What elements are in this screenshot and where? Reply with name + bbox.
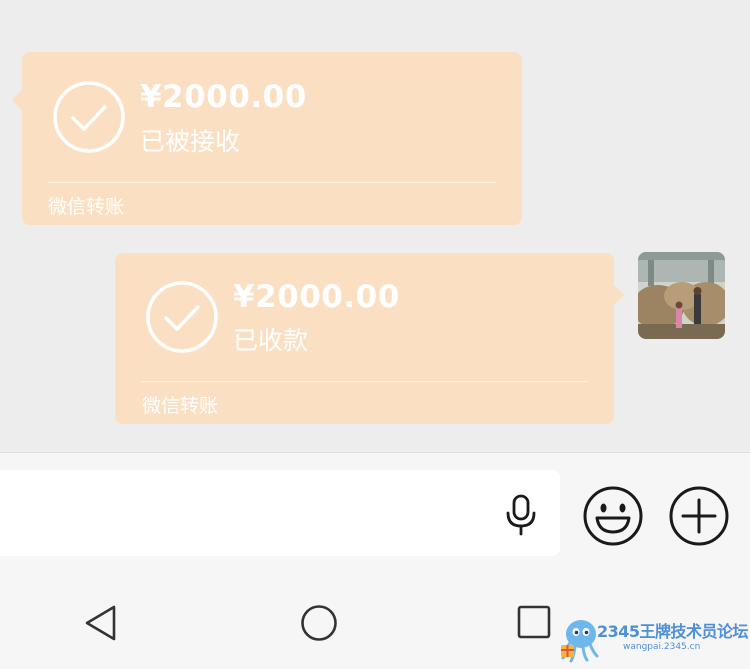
check-circle-icon (146, 281, 218, 353)
watermark-title: 2345王牌技术员论坛 (597, 622, 749, 641)
input-bar (0, 452, 750, 559)
back-triangle-icon[interactable] (84, 604, 118, 642)
transfer-bubble-sent[interactable]: ¥2000.00 已收款 微信转账 (115, 253, 624, 424)
transfer-amount: ¥2000.00 (140, 79, 307, 115)
chat-area: ¥2000.00 已被接收 微信转账 ¥2000.00 已收款 微信转账 (0, 0, 750, 452)
watermark-url: wangpai.2345.cn (623, 642, 701, 652)
avatar[interactable] (638, 252, 725, 339)
transfer-status: 已被接收 (140, 127, 241, 156)
transfer-footer-label: 微信转账 (48, 196, 125, 218)
divider (48, 182, 496, 183)
mascot-icon (561, 620, 599, 663)
transfer-status: 已收款 (233, 326, 309, 355)
plus-icon[interactable] (668, 485, 730, 547)
emoji-icon[interactable] (582, 485, 644, 547)
watermark: 2345王牌技术员论坛 wangpai.2345.cn (555, 612, 749, 664)
divider (141, 381, 588, 382)
transfer-bubble-received[interactable]: ¥2000.00 已被接收 微信转账 (12, 52, 522, 225)
home-circle-icon[interactable] (300, 604, 338, 642)
transfer-amount: ¥2000.00 (233, 279, 400, 315)
transfer-footer-label: 微信转账 (142, 395, 219, 417)
recents-square-icon[interactable] (517, 605, 551, 639)
check-circle-icon (53, 81, 125, 153)
mic-icon[interactable] (503, 493, 539, 537)
message-input[interactable] (0, 470, 560, 556)
